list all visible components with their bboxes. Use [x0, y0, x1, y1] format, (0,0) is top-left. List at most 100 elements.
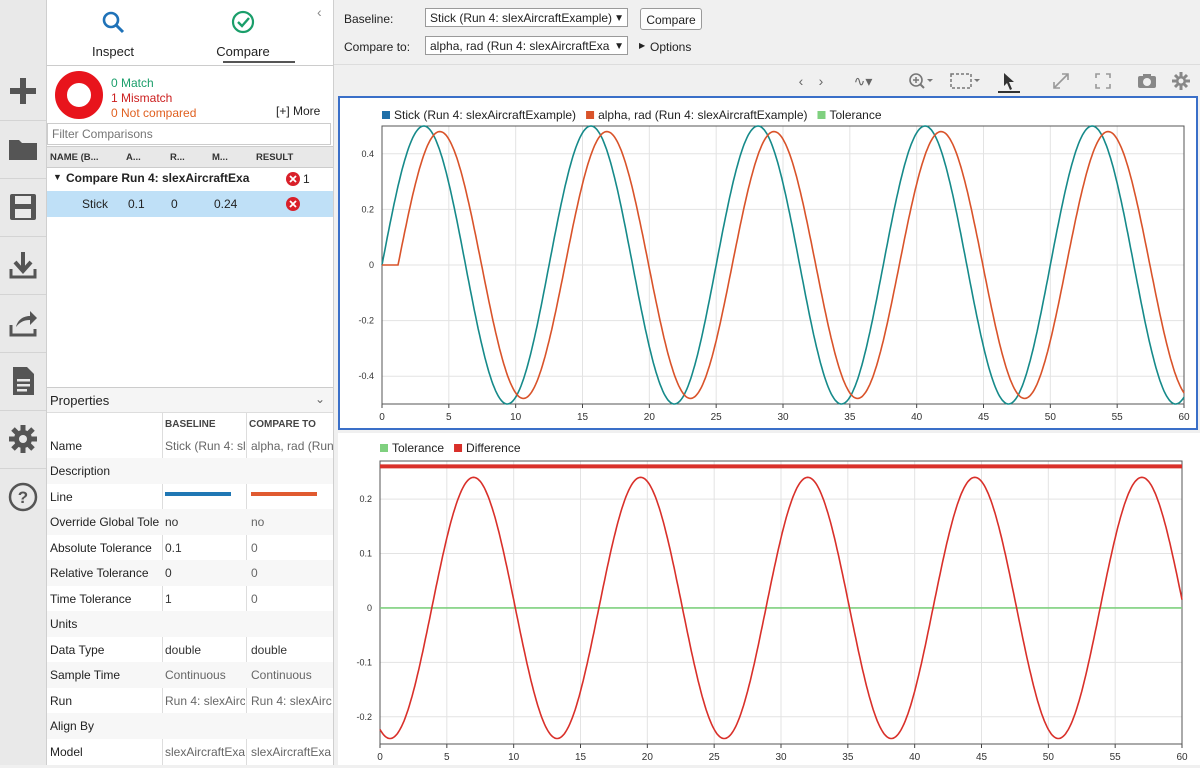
mismatch-icon: [286, 197, 300, 211]
compare-to-label: Compare to:: [344, 40, 411, 54]
save-icon[interactable]: [0, 178, 46, 237]
tab-compare[interactable]: Compare: [183, 0, 303, 64]
back-icon[interactable]: ‹: [790, 71, 812, 91]
compare-to-select[interactable]: alpha, rad (Run 4: slexAircraftExa ▼: [425, 36, 628, 55]
fit-to-view-icon[interactable]: [948, 71, 982, 91]
properties-header[interactable]: Properties ⌄: [47, 387, 333, 413]
chevron-down-icon[interactable]: ⌄: [315, 392, 325, 406]
property-name: Align By: [50, 719, 95, 733]
mismatch-count: 1 Mismatch: [111, 91, 173, 105]
x-tick-label: 20: [644, 412, 656, 423]
col-result[interactable]: RESULT: [256, 152, 293, 163]
property-row: Sample Time Continuous Continuous: [47, 662, 333, 688]
property-row: Align By: [47, 713, 333, 739]
baseline-label: Baseline:: [344, 12, 394, 26]
cursor-icon[interactable]: [998, 71, 1020, 93]
difference-plot-svg[interactable]: Tolerance Difference 0.2 0.1 0 -0.1 -0.2 0 5 10 15…: [338, 433, 1200, 765]
add-icon[interactable]: [0, 62, 46, 121]
properties-title: Properties: [50, 393, 110, 408]
x-tick-label: 55: [1112, 412, 1124, 423]
property-baseline: Continuous: [165, 668, 226, 682]
more-link[interactable]: [+] More: [276, 104, 320, 118]
match-count: 0 Match: [111, 76, 154, 90]
col-abs-tol[interactable]: A...: [126, 152, 141, 163]
fullscreen-icon[interactable]: [1092, 71, 1114, 91]
property-row: Data Type double double: [47, 637, 333, 663]
legend-entry: Tolerance: [829, 108, 881, 122]
difference-plot[interactable]: Tolerance Difference 0.2 0.1 0 -0.1 -0.2 0 5 10 15…: [338, 433, 1200, 765]
property-row: Relative Tolerance 0 0: [47, 560, 333, 586]
tab-inspect[interactable]: Inspect: [53, 0, 173, 64]
col-max-diff[interactable]: M...: [212, 152, 228, 163]
settings-icon[interactable]: [0, 410, 46, 469]
report-icon[interactable]: [0, 352, 46, 411]
comparison-panel: Inspect Compare ‹ 0 Match 1 Mismatch 0 N…: [47, 0, 334, 765]
zoom-in-icon[interactable]: [906, 71, 936, 91]
x-tick-label: 30: [777, 412, 789, 423]
property-name: Sample Time: [50, 668, 121, 682]
col-rel-tol[interactable]: R...: [170, 152, 185, 163]
compare-button[interactable]: Compare: [640, 8, 702, 30]
property-name: Relative Tolerance: [50, 566, 149, 580]
group-label: Compare Run 4: slexAircraftExa: [66, 171, 250, 185]
property-compare: double: [251, 643, 288, 657]
x-tick-label: 40: [911, 412, 923, 423]
legend-entry: Difference: [466, 441, 521, 455]
compare-line-swatch[interactable]: [251, 492, 317, 496]
x-tick-label: 25: [709, 752, 721, 763]
table-row[interactable]: Stick 0.1 0 0.24: [47, 191, 333, 217]
settings-icon[interactable]: [1170, 71, 1192, 91]
signal-plot-svg[interactable]: Stick (Run 4: slexAircraftExample) alpha,…: [340, 98, 1196, 428]
property-name: Model: [50, 745, 83, 759]
legend-entry: Tolerance: [392, 441, 444, 455]
property-baseline[interactable]: 0.1: [165, 541, 245, 555]
legend-swatch: [586, 111, 595, 119]
col-name[interactable]: NAME (B...: [50, 152, 99, 163]
svg-text:?: ?: [18, 488, 28, 507]
group-count: 1: [303, 172, 310, 186]
legend-swatch: [380, 444, 388, 452]
signal-style-icon[interactable]: ∿▾: [848, 71, 878, 91]
signal-plot[interactable]: Stick (Run 4: slexAircraftExample) alpha,…: [338, 96, 1198, 430]
dropdown-arrow-icon: ▼: [612, 9, 624, 26]
property-baseline[interactable]: no: [165, 515, 245, 529]
collapse-panel-button[interactable]: ‹: [317, 4, 322, 20]
baseline-value: Stick (Run 4: slexAircraftExample): [430, 11, 613, 25]
baseline-line-swatch[interactable]: [165, 492, 231, 496]
options-toggle[interactable]: Options: [650, 40, 691, 54]
x-tick-label: 15: [577, 412, 589, 423]
y-tick-label: 0.2: [361, 204, 374, 214]
property-baseline: Stick (Run 4: sl: [165, 439, 245, 453]
folder-icon[interactable]: [0, 120, 46, 179]
help-icon[interactable]: ?: [0, 468, 46, 526]
forward-icon[interactable]: ›: [810, 71, 832, 91]
legend-swatch: [454, 444, 463, 452]
property-name: Description: [50, 464, 111, 478]
property-baseline[interactable]: 0: [165, 566, 245, 580]
property-compare: no: [251, 515, 265, 529]
vertical-toolbar: ?: [0, 0, 47, 765]
filter-comparisons-input[interactable]: [47, 123, 331, 145]
property-name: Data Type: [50, 643, 105, 657]
property-baseline: Run 4: slexAirc: [165, 694, 245, 708]
share-icon[interactable]: [0, 294, 46, 353]
baseline-select[interactable]: Stick (Run 4: slexAircraftExample) ▼: [425, 8, 628, 27]
x-tick-label: 15: [575, 752, 587, 763]
x-tick-label: 10: [508, 752, 520, 763]
comparison-selector-bar: Baseline: Stick (Run 4: slexAircraftExam…: [334, 0, 1200, 64]
legend-swatch: [382, 111, 390, 119]
expand-arrow-icon[interactable]: ▼: [53, 172, 62, 182]
download-icon[interactable]: [0, 236, 46, 295]
expand-icon[interactable]: [1050, 71, 1072, 91]
dropdown-arrow-icon: ▼: [612, 37, 624, 54]
property-row: Override Global Tole no no: [47, 509, 333, 535]
table-group-row[interactable]: ▼ Compare Run 4: slexAircraftExa 1: [47, 167, 333, 191]
comparison-table-header: NAME (B... A... R... M... RESULT: [47, 146, 333, 168]
property-baseline: double: [165, 643, 202, 657]
property-baseline[interactable]: 1: [165, 592, 245, 606]
camera-icon[interactable]: [1136, 71, 1158, 91]
property-row: Name Stick (Run 4: sl alpha, rad (Run: [47, 433, 333, 459]
expand-arrow-icon[interactable]: ▶: [639, 41, 645, 50]
tab-compare-label: Compare: [216, 44, 270, 59]
property-name: Time Tolerance: [50, 592, 132, 606]
